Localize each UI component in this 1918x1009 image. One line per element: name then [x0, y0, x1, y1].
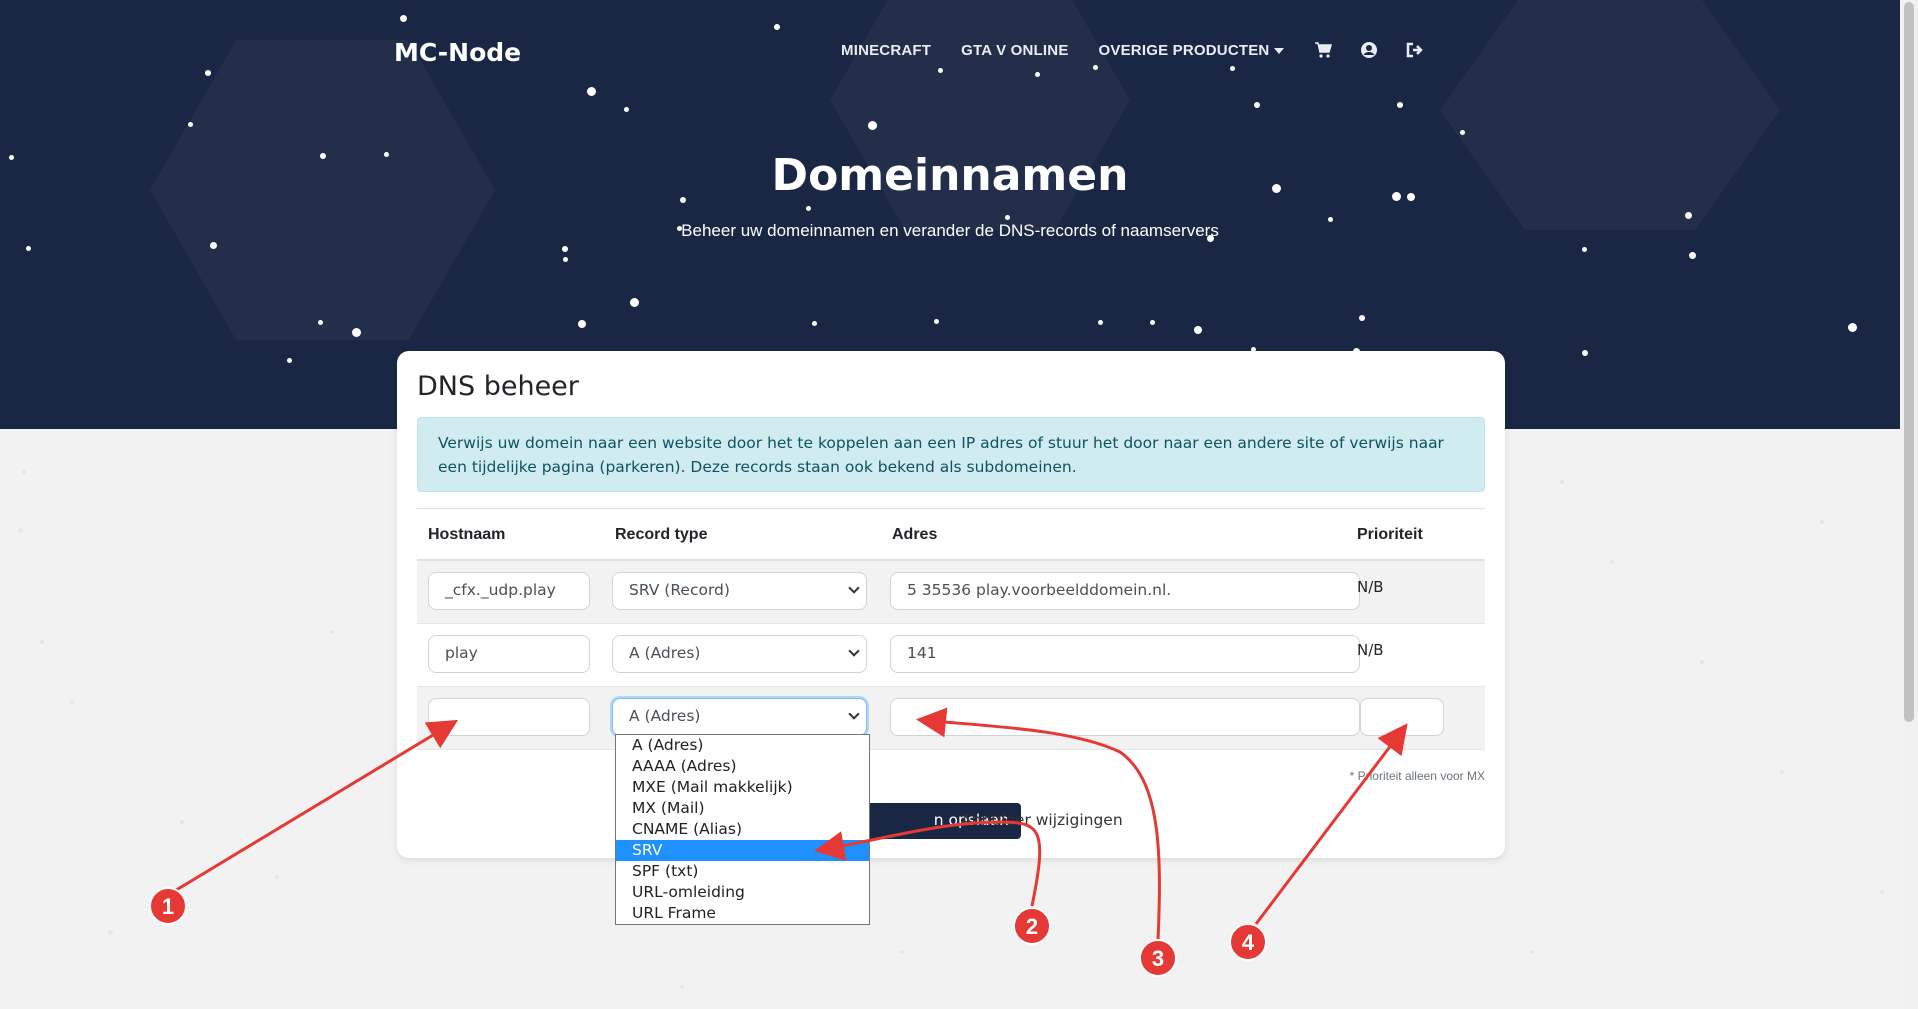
svg-text:2: 2 [1026, 914, 1038, 939]
annotation-badge-4: 4 [1229, 923, 1267, 961]
record-type-dropdown-list: A (Adres) AAAA (Adres) MXE (Mail makkeli… [615, 734, 870, 925]
hostname-input[interactable]: play [428, 635, 590, 673]
new-hostname-input[interactable] [428, 698, 590, 736]
sign-out-icon[interactable] [1406, 41, 1424, 59]
header-record-type: Record type [615, 526, 708, 543]
cancel-link[interactable]: Annuleer wijzigingen [961, 811, 1123, 829]
priority-note: * Prioriteit alleen voor MX [1349, 769, 1485, 783]
table-row: _cfx._udp.play SRV (Record) 5 35536 play… [417, 561, 1485, 624]
page-scrollbar[interactable] [1900, 0, 1918, 1009]
record-type-value: A (Adres) [629, 707, 701, 725]
info-alert: Verwijs uw domein naar een website door … [417, 417, 1485, 492]
address-input[interactable]: 5 35536 play.voorbeelddomein.nl. [890, 572, 1360, 610]
record-type-select[interactable]: SRV (Record) [612, 572, 867, 610]
page-subtitle: Beheer uw domeinnamen en verander de DNS… [681, 221, 1219, 240]
priority-value: N/B [1357, 578, 1384, 596]
table-row: play A (Adres) 141 N/B [417, 624, 1485, 687]
address-input[interactable]: 141 [890, 635, 1360, 673]
header-address: Adres [892, 526, 938, 543]
card-title: DNS beheer [417, 371, 579, 402]
header-hostname: Hostnaam [428, 526, 506, 543]
record-type-value: SRV (Record) [629, 581, 730, 599]
annotation-badge-2: 2 [1013, 907, 1051, 945]
hostname-input[interactable]: _cfx._udp.play [428, 572, 590, 610]
nav-item-overige-producten[interactable]: OVERIGE PRODUCTEN [1099, 42, 1285, 59]
option-mx[interactable]: MX (Mail) [616, 798, 869, 819]
page-title: Domeinnamen [771, 150, 1129, 201]
caret-down-icon [1274, 47, 1285, 54]
main-nav: MINECRAFT GTA V ONLINE OVERIGE PRODUCTEN [841, 41, 1452, 59]
scrollbar-thumb[interactable] [1904, 2, 1914, 722]
chevron-down-icon [848, 582, 860, 594]
annotation-badge-3: 3 [1139, 939, 1177, 977]
priority-value: N/B [1357, 641, 1384, 659]
option-cname[interactable]: CNAME (Alias) [616, 819, 869, 840]
annotation-badge-1: 1 [149, 887, 187, 925]
option-srv[interactable]: SRV [616, 840, 869, 861]
record-type-value: A (Adres) [629, 644, 701, 662]
svg-text:3: 3 [1152, 946, 1164, 971]
option-a[interactable]: A (Adres) [616, 735, 869, 756]
option-aaaa[interactable]: AAAA (Adres) [616, 756, 869, 777]
option-url-omleiding[interactable]: URL-omleiding [616, 882, 869, 903]
chevron-down-icon [848, 645, 860, 657]
nav-item-gta-v-online[interactable]: GTA V ONLINE [961, 42, 1068, 59]
table-row-new: A (Adres) [417, 687, 1485, 750]
new-record-type-select[interactable]: A (Adres) [612, 698, 867, 736]
brand-logo[interactable]: MC-Node [394, 38, 521, 67]
chevron-down-icon [848, 708, 860, 720]
new-address-input[interactable] [890, 698, 1360, 736]
new-priority-input[interactable] [1360, 698, 1444, 736]
option-url-frame[interactable]: URL Frame [616, 903, 869, 924]
nav-item-overige-label: OVERIGE PRODUCTEN [1098, 41, 1270, 59]
nav-item-minecraft[interactable]: MINECRAFT [841, 42, 931, 59]
record-type-select[interactable]: A (Adres) [612, 635, 867, 673]
dns-card: DNS beheer Verwijs uw domein naar een we… [397, 351, 1505, 858]
header-priority: Prioriteit [1357, 526, 1423, 543]
user-circle-icon[interactable] [1360, 41, 1378, 59]
svg-text:1: 1 [162, 894, 174, 919]
cart-icon[interactable] [1314, 41, 1333, 59]
table-header: Hostnaam Record type Adres Prioriteit [417, 509, 1485, 561]
dns-records-table: Hostnaam Record type Adres Prioriteit _c… [417, 508, 1485, 750]
option-spf[interactable]: SPF (txt) [616, 861, 869, 882]
svg-text:4: 4 [1242, 930, 1255, 955]
option-mxe[interactable]: MXE (Mail makkelijk) [616, 777, 869, 798]
